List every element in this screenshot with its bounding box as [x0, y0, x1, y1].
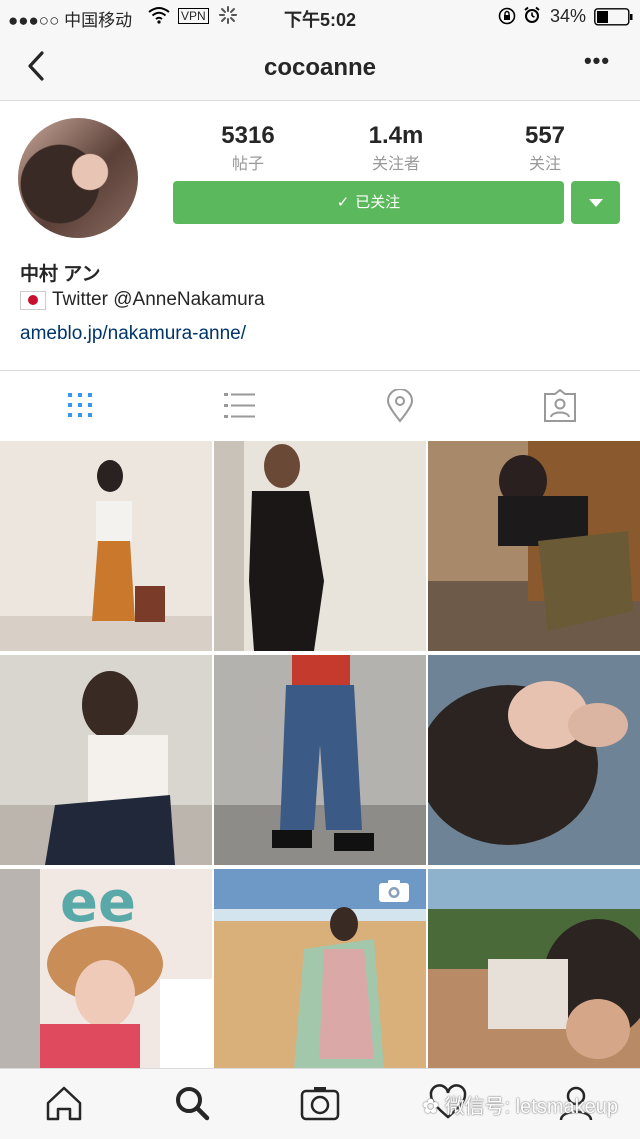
chevron-down-icon [589, 199, 603, 207]
grid-view-icon[interactable] [60, 389, 100, 423]
photo-thumbnail[interactable] [0, 655, 212, 865]
suggested-dropdown-button[interactable] [571, 181, 620, 224]
alarm-icon [523, 6, 541, 24]
page-title: cocoanne [263, 54, 377, 81]
status-bar: ●●●○○ 中国移动 VPN 下午5:02 34% [0, 0, 640, 34]
svg-text:ee: ee [60, 870, 136, 935]
checkmark-icon: ✓ [336, 194, 350, 211]
following-button-label: 已关注 [355, 194, 401, 211]
battery-icon [594, 8, 634, 26]
search-icon[interactable] [172, 1083, 212, 1123]
photo-thumbnail[interactable] [428, 441, 640, 651]
camera-icon[interactable] [300, 1083, 340, 1123]
photo-thumbnail[interactable] [214, 441, 426, 651]
photo-thumbnail[interactable] [0, 441, 212, 651]
location-pin-icon[interactable] [380, 389, 420, 423]
photo-thumbnail[interactable] [214, 655, 426, 865]
wechat-watermark: ✿ 微信号: letsmakeup [422, 1090, 618, 1119]
photo-thumbnail[interactable] [428, 655, 640, 865]
profile-website-link[interactable]: ameblo.jp/nakamura-anne/ [20, 323, 246, 345]
bio-twitter-text: Twitter @AnneNakamura [52, 289, 265, 310]
list-view-icon[interactable] [220, 389, 260, 423]
navigation-bar: cocoanne ••• [0, 34, 640, 101]
photo-thumbnail[interactable]: ee [0, 869, 212, 1079]
following-stat[interactable]: 557 关注 [485, 122, 605, 174]
japan-flag-icon [20, 290, 46, 310]
followers-count: 1.4m [368, 122, 424, 149]
wechat-icon: ✿ [422, 1096, 440, 1118]
tagged-photos-icon[interactable] [540, 389, 580, 423]
following-label: 关注 [528, 156, 561, 173]
photo-thumbnail[interactable] [428, 869, 640, 1079]
photo-grid: ee [0, 441, 640, 1079]
status-time: 下午5:02 [283, 10, 357, 30]
posts-stat[interactable]: 5316 帖子 [188, 122, 308, 174]
following-count: 557 [524, 122, 566, 149]
followers-stat[interactable]: 1.4m 关注者 [336, 122, 456, 174]
profile-view-tabs [0, 370, 640, 442]
battery-percent: 34% [550, 6, 587, 26]
posts-count: 5316 [221, 122, 275, 149]
profile-avatar[interactable] [18, 118, 138, 238]
profile-bio: Twitter @AnneNakamura [20, 289, 265, 311]
video-icon [378, 879, 410, 903]
watermark-text: 微信号: letsmakeup [444, 1096, 618, 1118]
home-icon[interactable] [44, 1083, 84, 1123]
posts-label: 帖子 [231, 156, 264, 173]
followers-label: 关注者 [371, 156, 420, 173]
more-options-button[interactable]: ••• [582, 50, 612, 74]
rotation-lock-icon [498, 7, 516, 25]
profile-name: 中村 アン [20, 264, 101, 285]
following-button[interactable]: ✓ 已关注 [173, 181, 564, 224]
